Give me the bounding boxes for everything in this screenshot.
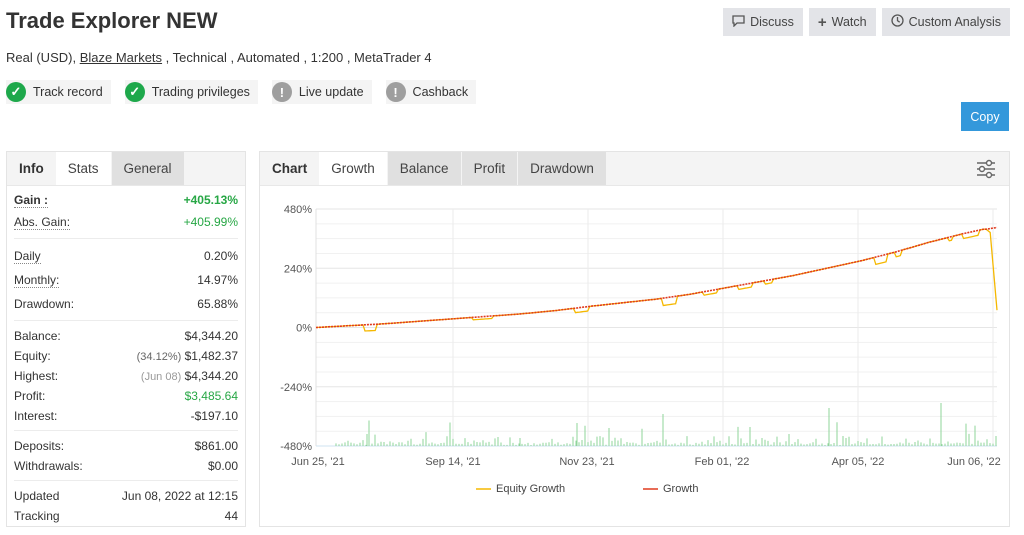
badge-track-record[interactable]: ✓ Track record — [6, 80, 111, 104]
withdrawals-label: Withdrawals: — [14, 459, 83, 473]
stat-highest: Highest: (Jun 08) $4,344.20 — [14, 366, 238, 386]
divider — [14, 320, 238, 321]
custom-analysis-button[interactable]: Custom Analysis — [881, 8, 1010, 36]
tab-drawdown[interactable]: Drawdown — [518, 152, 606, 185]
profit-value: $3,485.64 — [184, 389, 238, 403]
badge-label: Live update — [298, 85, 364, 99]
tab-chart[interactable]: Chart — [260, 152, 319, 185]
daily-value: 0.20% — [203, 249, 238, 263]
abs-gain-label[interactable]: Abs. Gain: — [14, 215, 71, 230]
tab-general[interactable]: General — [111, 152, 184, 185]
chart-settings-icon[interactable] — [975, 158, 997, 180]
broker-link[interactable]: Blaze Markets — [80, 50, 162, 65]
stat-updated: Updated Jun 08, 2022 at 12:15 — [14, 486, 238, 506]
drawdown-label: Drawdown: — [14, 297, 75, 311]
tab-growth[interactable]: Growth — [319, 152, 387, 185]
badge-trading-privileges[interactable]: ✓ Trading privileges — [124, 80, 258, 104]
custom-analysis-label: Custom Analysis — [908, 15, 1001, 29]
chart-panel: Chart Growth Balance Profit Drawdown — [259, 151, 1010, 527]
stat-daily: Daily 0.20% — [14, 244, 238, 268]
stats-list: Gain : +405.13% Abs. Gain: +405.99% Dail… — [7, 190, 245, 526]
stat-deposits: Deposits: $861.00 — [14, 436, 238, 456]
divider — [14, 480, 238, 481]
clock-icon — [890, 14, 904, 30]
equity-value: $1,482.37 — [184, 349, 238, 363]
account-subtitle: Real (USD), Blaze Markets , Technical , … — [6, 50, 432, 65]
divider — [14, 238, 238, 239]
highest-value-group: (Jun 08) $4,344.20 — [141, 369, 238, 383]
highest-date: (Jun 08) — [140, 371, 182, 383]
profit-label: Profit: — [14, 389, 46, 403]
discuss-label: Discuss — [750, 15, 794, 29]
deposits-label: Deposits: — [14, 439, 65, 453]
monthly-label[interactable]: Monthly: — [14, 273, 60, 288]
stat-abs-gain: Abs. Gain: +405.99% — [14, 210, 238, 234]
drawdown-value: 65.88% — [197, 297, 238, 311]
daily-label[interactable]: Daily — [14, 249, 41, 264]
balance-label: Balance: — [14, 329, 61, 343]
check-icon: ✓ — [6, 82, 26, 102]
stat-tracking: Tracking 44 — [14, 506, 238, 526]
badge-live-update[interactable]: ! Live update — [271, 80, 372, 104]
balance-value: $4,344.20 — [184, 329, 238, 343]
updated-value: Jun 08, 2022 at 12:15 — [121, 489, 238, 503]
exclamation-icon: ! — [271, 82, 292, 102]
badge-label: Track record — [33, 85, 103, 99]
stat-drawdown: Drawdown: 65.88% — [14, 292, 238, 316]
tab-profit[interactable]: Profit — [461, 152, 518, 185]
tab-stats[interactable]: Stats — [55, 152, 111, 185]
gain-label[interactable]: Gain : — [14, 193, 49, 208]
tab-info[interactable]: Info — [7, 152, 56, 185]
updated-label: Updated — [14, 489, 60, 503]
deposits-value: $861.00 — [194, 439, 238, 453]
equity-percent: (34.12%) — [136, 351, 182, 363]
gain-value: +405.13% — [183, 193, 238, 207]
interest-label: Interest: — [14, 409, 58, 423]
status-badges: ✓ Track record ✓ Trading privileges ! Li… — [6, 80, 490, 104]
divider — [14, 430, 238, 431]
chart-tabs: Chart Growth Balance Profit Drawdown — [260, 152, 1009, 186]
plus-icon: + — [817, 13, 827, 31]
tracking-label: Tracking — [14, 509, 60, 523]
tracking-value: 44 — [224, 509, 238, 523]
interest-value: -$197.10 — [190, 409, 238, 423]
stat-interest: Interest: -$197.10 — [14, 406, 238, 426]
highest-value: $4,344.20 — [184, 369, 238, 383]
equity-label: Equity: — [14, 349, 51, 363]
stats-tabs: Info Stats General — [7, 152, 245, 186]
watch-button[interactable]: + Watch — [808, 8, 876, 36]
tab-balance[interactable]: Balance — [387, 152, 461, 185]
watch-label: Watch — [831, 15, 867, 29]
highest-label: Highest: — [14, 369, 59, 383]
exclamation-icon: ! — [385, 82, 406, 102]
withdrawals-value: $0.00 — [207, 459, 238, 473]
stat-gain: Gain : +405.13% — [14, 190, 238, 210]
discuss-button[interactable]: Discuss — [723, 8, 803, 36]
badge-cashback[interactable]: ! Cashback — [385, 80, 477, 104]
abs-gain-value: +405.99% — [183, 215, 238, 229]
comment-icon — [732, 14, 745, 30]
monthly-value: 14.97% — [197, 273, 238, 287]
page-title: Trade Explorer NEW — [6, 8, 218, 33]
stat-profit: Profit: $3,485.64 — [14, 386, 238, 406]
stat-balance: Balance: $4,344.20 — [14, 326, 238, 346]
subtitle-prefix: Real (USD), — [6, 50, 80, 65]
badge-label: Trading privileges — [151, 85, 250, 99]
equity-value-group: (34.12%) $1,482.37 — [137, 349, 238, 363]
subtitle-suffix: , Technical , Automated , 1:200 , MetaTr… — [162, 50, 432, 65]
copy-button[interactable]: Copy — [961, 102, 1009, 131]
stat-withdrawals: Withdrawals: $0.00 — [14, 456, 238, 476]
toolbar: Discuss + Watch Custom Analysis — [723, 8, 1010, 36]
stat-equity: Equity: (34.12%) $1,482.37 — [14, 346, 238, 366]
check-icon: ✓ — [124, 82, 145, 102]
badge-label: Cashback — [412, 85, 469, 99]
stats-panel: Info Stats General Gain : +405.13% Abs. … — [6, 151, 246, 527]
stat-monthly: Monthly: 14.97% — [14, 268, 238, 292]
